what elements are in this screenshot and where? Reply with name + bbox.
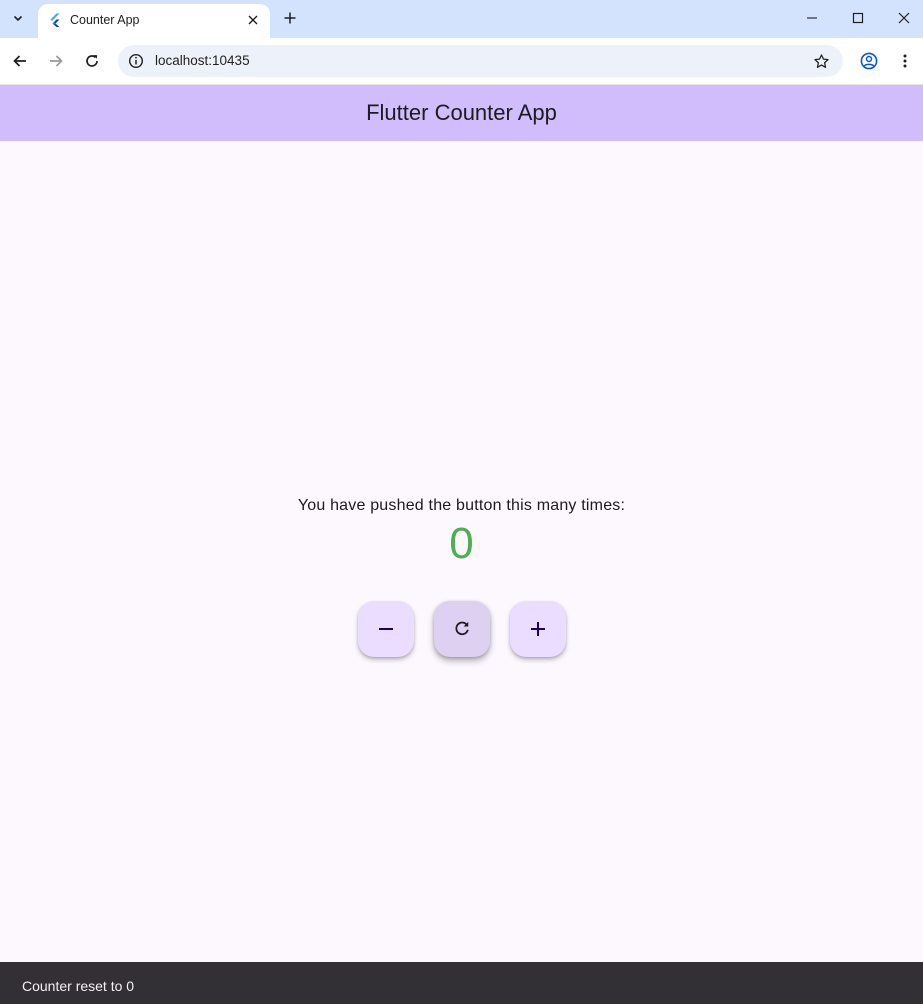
star-icon bbox=[813, 53, 829, 68]
reload-icon bbox=[86, 55, 98, 67]
url-text: localhost:10435 bbox=[155, 53, 250, 68]
snackbar-message: Counter reset to 0 bbox=[22, 978, 135, 994]
minimize-button[interactable] bbox=[789, 0, 835, 36]
info-icon bbox=[128, 53, 144, 69]
plus-icon bbox=[284, 12, 296, 24]
tab-search-button[interactable] bbox=[6, 6, 30, 30]
new-tab-button[interactable] bbox=[279, 7, 301, 29]
minus-icon bbox=[379, 628, 393, 630]
counter-label: You have pushed the button this many tim… bbox=[297, 497, 626, 514]
tab-close-button[interactable] bbox=[244, 11, 262, 29]
close-icon bbox=[898, 12, 910, 24]
close-icon bbox=[248, 15, 258, 25]
tab-strip: Counter App bbox=[0, 0, 923, 38]
app-bar-title: Flutter Counter App bbox=[366, 100, 557, 125]
app-bar: Flutter Counter App bbox=[0, 85, 923, 141]
increment-button[interactable] bbox=[510, 601, 566, 657]
account-circle-icon bbox=[860, 52, 878, 70]
back-button[interactable] bbox=[6, 47, 34, 75]
maximize-icon bbox=[852, 12, 864, 24]
more-vert-icon bbox=[903, 54, 907, 68]
address-bar[interactable]: localhost:10435 bbox=[118, 45, 843, 77]
profile-button[interactable] bbox=[855, 47, 883, 75]
forward-button[interactable] bbox=[42, 47, 70, 75]
arrow-right-icon bbox=[50, 55, 63, 67]
plus-icon bbox=[531, 622, 545, 636]
bookmark-button[interactable] bbox=[811, 51, 831, 71]
maximize-button[interactable] bbox=[835, 0, 881, 36]
arrow-left-icon bbox=[13, 55, 26, 67]
menu-button[interactable] bbox=[891, 47, 919, 75]
chevron-down-icon bbox=[13, 15, 23, 22]
flutter-logo-icon bbox=[50, 13, 60, 27]
browser-toolbar: localhost:10435 bbox=[0, 38, 923, 85]
refresh-icon bbox=[455, 621, 469, 636]
minimize-icon bbox=[807, 17, 817, 19]
browser-tab[interactable]: Counter App bbox=[38, 4, 270, 38]
decrement-button[interactable] bbox=[358, 601, 414, 657]
tab-title: Counter App bbox=[70, 13, 140, 27]
counter-value: 0 bbox=[449, 519, 474, 568]
reload-button[interactable] bbox=[78, 47, 106, 75]
site-info-button[interactable] bbox=[126, 51, 146, 71]
reset-button[interactable] bbox=[434, 601, 490, 657]
close-window-button[interactable] bbox=[881, 0, 923, 36]
snackbar: Counter reset to 0 bbox=[0, 962, 923, 1004]
